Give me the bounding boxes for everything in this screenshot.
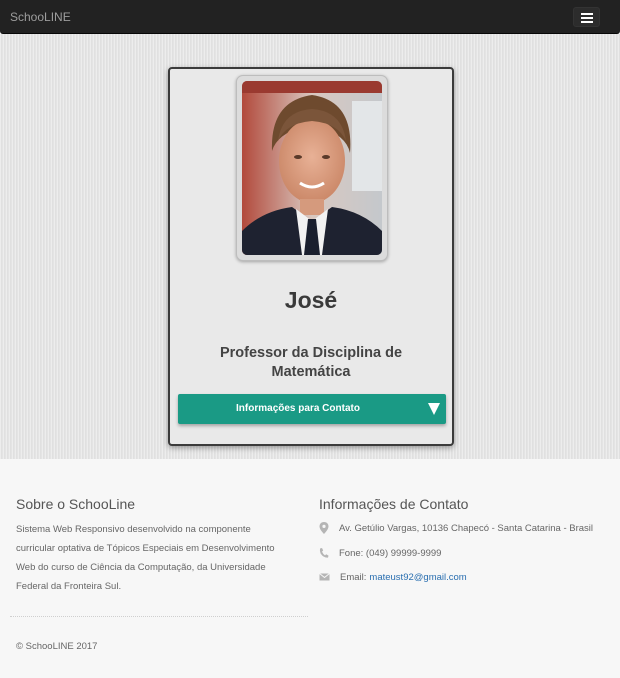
map-marker-icon <box>319 522 329 534</box>
hero-section: José Professor da Disciplina de Matemáti… <box>0 34 620 459</box>
phone-row: Fone: (049) 99999-9999 <box>319 547 441 559</box>
profile-photo <box>242 81 382 255</box>
navbar: SchooLINE <box>0 0 620 34</box>
envelope-icon <box>319 571 330 583</box>
caret-down-icon <box>428 403 440 415</box>
profile-card: José Professor da Disciplina de Matemáti… <box>168 67 454 446</box>
phone-icon <box>319 547 329 559</box>
brand-link[interactable]: SchooLINE <box>10 10 71 24</box>
phone-text: Fone: (049) 99999-9999 <box>339 547 442 559</box>
email-row: Email: mateust92@gmail.com <box>319 571 467 583</box>
contact-info-button[interactable]: Informações para Contato <box>178 394 446 424</box>
email-link[interactable]: mateust92@gmail.com <box>369 572 466 583</box>
about-text: Sistema Web Responsivo desenvolvido na c… <box>16 524 275 592</box>
profile-photo-frame <box>236 75 388 261</box>
email-label: Email: <box>340 571 367 583</box>
address-row: Av. Getúlio Vargas, 10136 Chapecó - Sant… <box>319 522 593 534</box>
profile-role: Professor da Disciplina de Matemática <box>219 345 403 380</box>
copyright: © SchooLINE 2017 <box>16 641 98 652</box>
about-title: Sobre o SchooLine <box>16 496 136 512</box>
profile-name: José <box>284 287 338 313</box>
contact-info-button-label: Informações para Contato <box>236 403 360 414</box>
footer-divider <box>10 616 308 617</box>
menu-toggle-button[interactable] <box>573 7 600 27</box>
footer: Sobre o SchooLine Sistema Web Responsivo… <box>0 459 620 678</box>
address-text: Av. Getúlio Vargas, 10136 Chapecó - Sant… <box>339 522 593 534</box>
contact-title: Informações de Contato <box>319 496 469 512</box>
